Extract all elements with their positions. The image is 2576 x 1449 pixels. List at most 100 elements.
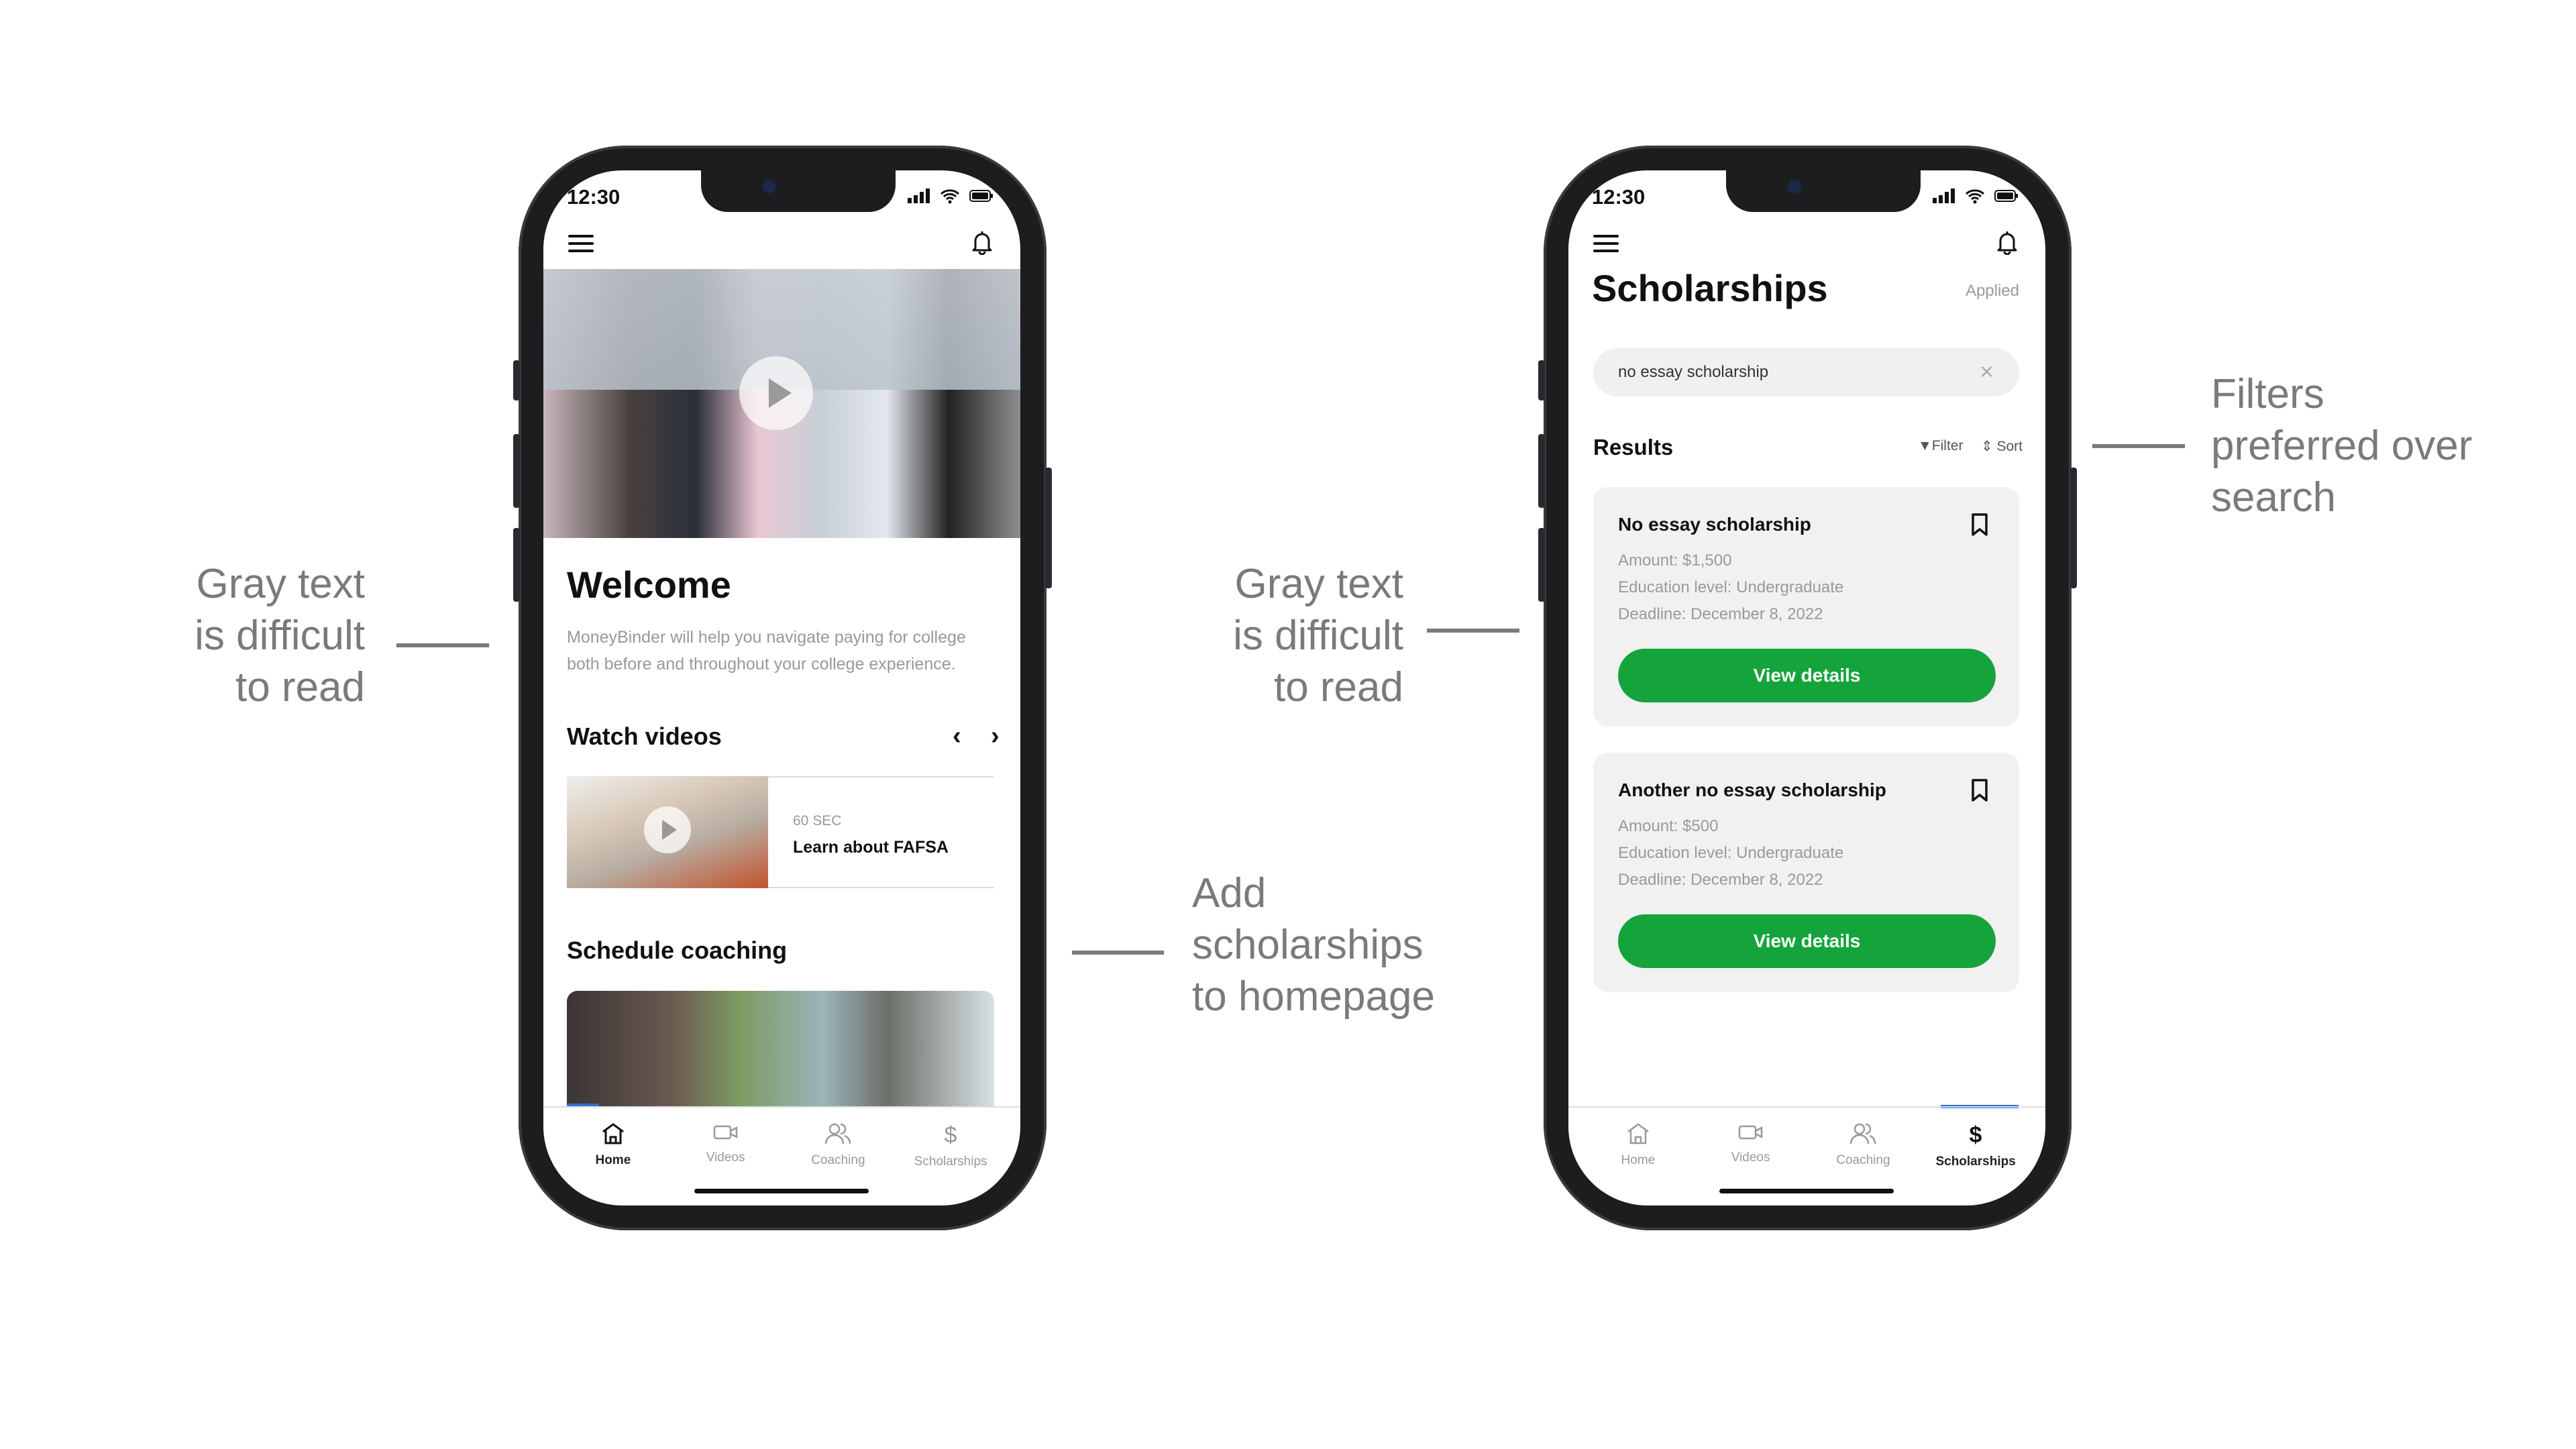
next-video-button[interactable]: ›	[991, 722, 1000, 751]
annotation-line: Filters	[2211, 371, 2324, 417]
results-heading: Results	[1593, 435, 1674, 460]
menu-icon[interactable]	[1593, 235, 1619, 257]
scholarship-card: Another no essay scholarship Amount: $50…	[1593, 753, 2019, 992]
annotation-line: is difficult	[195, 612, 365, 659]
view-details-button[interactable]: View details	[1618, 649, 1996, 702]
annotation-gray-text-home: Gray text is difficult to read	[195, 558, 365, 713]
filter-icon: ▼	[1918, 438, 1932, 453]
sort-icon: ⇕	[1981, 439, 1993, 454]
filter-label: Filter	[1931, 438, 1964, 453]
search-value: no essay scholarship	[1618, 363, 1769, 381]
home-indicator	[694, 1189, 869, 1193]
annotation-line: preferred over	[2211, 423, 2473, 469]
dollar-icon: $	[1970, 1122, 1982, 1146]
nav-home[interactable]: Home	[557, 1108, 669, 1205]
nav-label: Home	[1621, 1153, 1656, 1167]
annotation-gray-text-scholarships: Gray text is difficult to read	[1233, 558, 1403, 713]
welcome-description: MoneyBinder will help you navigate payin…	[567, 628, 966, 674]
home-icon	[602, 1123, 624, 1144]
annotation-filters: Filters preferred over search	[2211, 368, 2472, 523]
notch	[1726, 170, 1921, 212]
nav-label: Scholarships	[914, 1155, 987, 1169]
nav-scholarships[interactable]: $ Scholarships	[894, 1108, 1007, 1205]
annotation-line: to read	[1273, 664, 1403, 710]
annotation-line: Add	[1192, 870, 1267, 916]
annotation-line: Gray text	[196, 561, 365, 607]
nav-label: Coaching	[1836, 1153, 1890, 1167]
wifi-icon	[1965, 189, 1985, 204]
battery-icon	[969, 190, 993, 202]
scholarship-deadline: Deadline: December 8, 2022	[1618, 605, 1823, 623]
video-thumbnail[interactable]	[567, 776, 768, 888]
annotation-connector	[396, 643, 489, 647]
annotation-line: to homepage	[1192, 973, 1435, 1020]
coaching-image[interactable]	[567, 991, 994, 1106]
hero-video[interactable]	[543, 269, 1020, 538]
svg-text:$: $	[1970, 1122, 1982, 1146]
annotation-line: is difficult	[1233, 612, 1403, 659]
page-title: Scholarships	[1592, 267, 1828, 309]
signal-icon	[1933, 189, 1955, 203]
bookmark-icon[interactable]	[1971, 513, 1988, 537]
clear-search-icon[interactable]: ×	[1980, 358, 1994, 386]
bookmark-icon[interactable]	[1971, 778, 1988, 802]
scholarship-amount: Amount: $500	[1618, 817, 1719, 835]
sort-button[interactable]: ⇕ Sort	[1981, 438, 2023, 455]
video-camera-icon	[713, 1125, 737, 1140]
bell-icon[interactable]	[971, 229, 994, 255]
filter-button[interactable]: ▼Filter	[1918, 438, 1963, 454]
wifi-icon	[940, 189, 960, 204]
people-icon	[1850, 1123, 1876, 1144]
watch-videos-heading: Watch videos	[567, 722, 722, 750]
annotation-line: scholarships	[1192, 922, 1424, 968]
scholarship-level: Education level: Undergraduate	[1618, 578, 1844, 596]
scholarship-deadline: Deadline: December 8, 2022	[1618, 871, 1823, 889]
applied-link[interactable]: Applied	[1966, 282, 2019, 301]
bell-icon[interactable]	[1996, 229, 2019, 255]
annotation-connector	[1072, 951, 1164, 955]
phone-scholarships: 12:30 Scholarships Applied no essay scho…	[1538, 146, 2077, 1230]
status-time: 12:30	[1592, 185, 1646, 209]
play-icon[interactable]	[644, 806, 691, 853]
video-card[interactable]: 60 SEC Learn about FAFSA	[567, 776, 994, 888]
scholarship-amount: Amount: $1,500	[1618, 551, 1732, 570]
nav-scholarships[interactable]: $ Scholarships	[1919, 1108, 2032, 1205]
nav-label: Scholarships	[1935, 1155, 2016, 1169]
nav-label: Videos	[706, 1150, 745, 1165]
play-icon[interactable]	[739, 356, 813, 430]
annotation-connector	[2092, 444, 2185, 448]
video-title: Learn about FAFSA	[793, 838, 949, 857]
annotation-line: search	[2211, 474, 2337, 521]
sort-label: Sort	[1996, 439, 2023, 454]
scholarship-card: No essay scholarship Amount: $1,500 Educ…	[1593, 487, 2019, 727]
dollar-icon: $	[945, 1122, 957, 1146]
nav-label: Home	[595, 1153, 631, 1167]
signal-icon	[908, 189, 930, 203]
prev-video-button[interactable]: ‹	[953, 722, 961, 751]
scholarship-name: Another no essay scholarship	[1618, 780, 1886, 800]
status-icons	[908, 188, 994, 204]
home-screen: 12:30 Welcome MoneyBinder will help you …	[543, 170, 1020, 1205]
view-details-button[interactable]: View details	[1618, 914, 1996, 968]
people-icon	[825, 1123, 851, 1144]
search-input[interactable]: no essay scholarship ×	[1593, 348, 2019, 396]
home-icon	[1627, 1123, 1649, 1144]
nav-home[interactable]: Home	[1582, 1108, 1695, 1205]
status-time: 12:30	[567, 185, 621, 209]
scholarships-screen: 12:30 Scholarships Applied no essay scho…	[1568, 170, 2045, 1205]
nav-label: Videos	[1731, 1150, 1770, 1165]
menu-icon[interactable]	[568, 235, 594, 257]
status-icons	[1933, 188, 2019, 204]
schedule-coaching-heading: Schedule coaching	[567, 936, 788, 964]
svg-text:$: $	[945, 1122, 957, 1146]
video-camera-icon	[1738, 1125, 1762, 1140]
phone-home: 12:30 Welcome MoneyBinder will help you …	[513, 146, 1052, 1230]
annotation-line: Gray text	[1234, 561, 1403, 607]
scholarship-level: Education level: Undergraduate	[1618, 844, 1844, 862]
notch	[701, 170, 896, 212]
battery-icon	[1994, 190, 2018, 202]
annotation-add-scholarships: Add scholarships to homepage	[1192, 867, 1435, 1022]
nav-label: Coaching	[811, 1153, 865, 1167]
home-indicator	[1719, 1189, 1894, 1193]
annotation-line: to read	[235, 664, 365, 710]
